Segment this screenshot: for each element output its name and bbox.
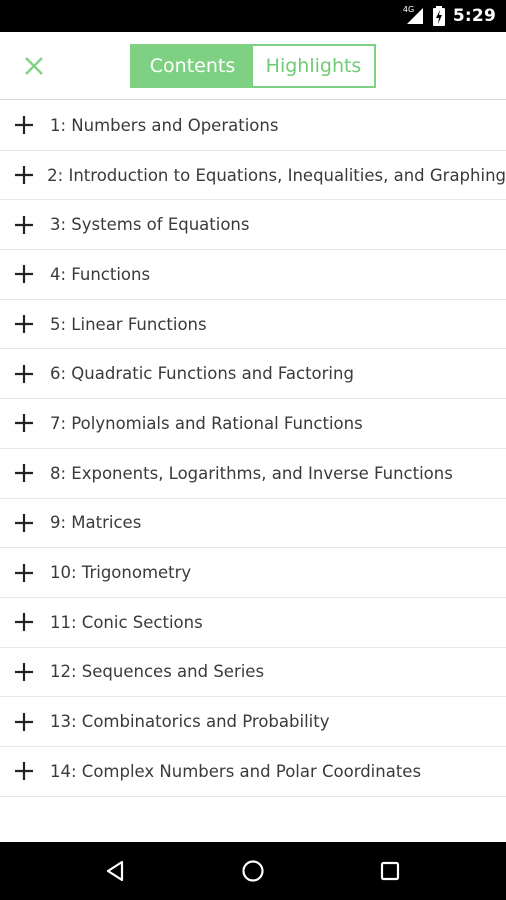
back-icon [107,860,124,882]
chapter-row[interactable]: 6: Quadratic Functions and Factoring [0,349,506,400]
chapter-list: 1: Numbers and Operations 2: Introduction… [0,101,506,797]
chapter-row[interactable]: 2: Introduction to Equations, Inequaliti… [0,151,506,201]
chapter-row[interactable]: 11: Conic Sections [0,598,506,648]
battery-icon [432,6,445,26]
chapter-label: 12: Sequences and Series [50,662,265,682]
expand-plus-icon[interactable] [0,513,50,533]
expand-plus-icon[interactable] [0,165,47,185]
chapter-label: 14: Complex Numbers and Polar Coordinate… [50,761,422,781]
expand-plus-icon[interactable] [0,761,50,781]
segmented-tabs: Contents Highlights [130,44,376,88]
chapter-label: 13: Combinatorics and Probability [50,712,330,732]
chapter-label: 5: Linear Functions [50,314,207,334]
expand-plus-icon[interactable] [0,215,50,235]
navigation-bar [0,842,506,900]
chapter-row[interactable]: 8: Exponents, Logarithms, and Inverse Fu… [0,449,506,499]
recents-button[interactable] [360,842,420,900]
network-type-label: 4G [402,5,415,14]
chapter-label: 1: Numbers and Operations [50,115,279,135]
expand-plus-icon[interactable] [0,115,50,135]
chapter-row[interactable]: 5: Linear Functions [0,300,506,350]
home-button[interactable] [223,842,283,900]
back-button[interactable] [86,842,146,900]
chapter-row[interactable]: 14: Complex Numbers and Polar Coordinate… [0,747,506,797]
expand-plus-icon[interactable] [0,563,50,583]
status-time: 5:29 [452,6,496,26]
home-icon [242,860,264,882]
chapter-label: 7: Polynomials and Rational Functions [50,413,363,433]
chapter-row[interactable]: 10: Trigonometry [0,548,506,598]
chapter-label: 3: Systems of Equations [50,215,250,235]
chapter-label: 11: Conic Sections [50,612,203,632]
chapter-label: 8: Exponents, Logarithms, and Inverse Fu… [50,463,453,483]
chapter-row[interactable]: 7: Polynomials and Rational Functions [0,399,506,449]
signal-icon: 4G [402,5,423,24]
expand-plus-icon[interactable] [0,264,50,284]
tab-highlights[interactable]: Highlights [253,46,374,86]
chapter-row[interactable]: 4: Functions [0,250,506,300]
expand-plus-icon[interactable] [0,712,50,732]
chapter-row[interactable]: 13: Combinatorics and Probability [0,697,506,747]
expand-plus-icon[interactable] [0,364,50,384]
chapter-row[interactable]: 3: Systems of Equations [0,200,506,251]
chapter-label: 10: Trigonometry [50,563,192,583]
close-icon [25,57,43,75]
chapter-row[interactable]: 9: Matrices [0,499,506,549]
expand-plus-icon[interactable] [0,413,50,433]
toolbar: Contents Highlights [0,32,506,100]
chapter-row[interactable]: 12: Sequences and Series [0,648,506,698]
tab-contents[interactable]: Contents [132,46,253,86]
chapter-label: 9: Matrices [50,513,142,533]
chapter-label: 6: Quadratic Functions and Factoring [50,364,354,384]
chapter-row[interactable]: 1: Numbers and Operations [0,101,506,151]
expand-plus-icon[interactable] [0,314,50,334]
status-bar: 4G 5:29 [0,0,506,32]
chapter-label: 2: Introduction to Equations, Inequaliti… [47,165,506,185]
expand-plus-icon[interactable] [0,612,50,632]
expand-plus-icon[interactable] [0,463,50,483]
recents-icon [380,861,399,881]
close-button[interactable] [18,50,50,82]
expand-plus-icon[interactable] [0,662,50,682]
chapter-label: 4: Functions [50,264,151,284]
